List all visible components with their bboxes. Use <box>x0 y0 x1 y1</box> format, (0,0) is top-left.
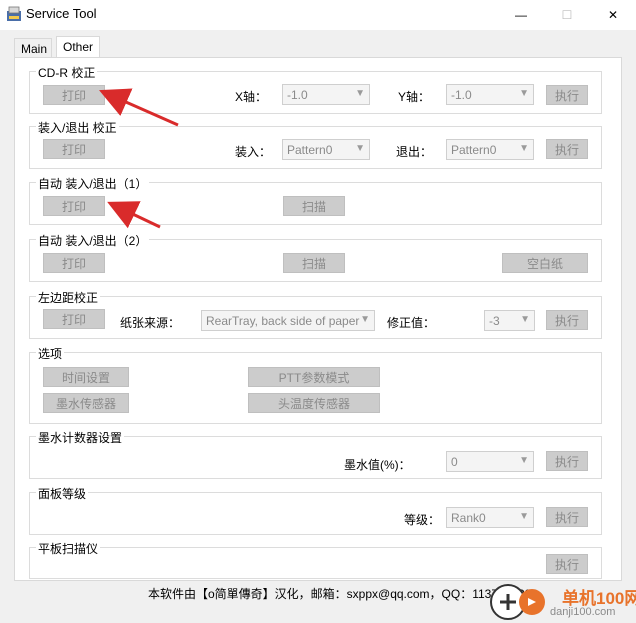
load-eject-print-button[interactable]: 打印 <box>43 139 105 159</box>
title-bar: Service Tool — ☐ ✕ <box>0 0 636 30</box>
window-title: Service Tool <box>26 6 97 21</box>
chevron-down-icon: ▼ <box>519 88 529 99</box>
group-auto2-legend: 自动 装入/退出（2） <box>36 232 150 249</box>
load-select[interactable]: Pattern0 ▼ <box>282 139 370 160</box>
cdr-y-value: -1.0 <box>451 88 472 102</box>
correction-value: -3 <box>489 314 500 328</box>
group-cdr-legend: CD-R 校正 <box>36 64 98 81</box>
load-value: Pattern0 <box>287 143 333 157</box>
chevron-down-icon: ▼ <box>520 314 530 325</box>
group-load-eject-legend: 装入/退出 校正 <box>36 119 119 136</box>
chevron-down-icon: ▼ <box>519 455 529 466</box>
auto1-scan-button[interactable]: 扫描 <box>283 196 345 216</box>
chevron-down-icon: ▼ <box>519 511 529 522</box>
eject-value: Pattern0 <box>451 143 497 157</box>
cdr-y-label: Y轴： <box>398 90 431 104</box>
chevron-down-icon: ▼ <box>355 88 365 99</box>
ink-value-select[interactable]: 0 ▼ <box>446 451 534 472</box>
ink-value: 0 <box>451 455 458 469</box>
cdr-x-select[interactable]: -1.0 ▼ <box>282 84 370 105</box>
ink-counter-execute-button[interactable]: 执行 <box>546 451 588 471</box>
tab-main[interactable]: Main <box>14 38 52 58</box>
eject-label: 退出： <box>396 145 433 159</box>
group-panel-rank-legend: 面板等级 <box>36 485 89 502</box>
group-left-margin-legend: 左边距校正 <box>36 289 101 306</box>
eject-select[interactable]: Pattern0 ▼ <box>446 139 534 160</box>
cdr-execute-button[interactable]: 执行 <box>546 85 588 105</box>
paper-source-select[interactable]: RearTray, back side of paper ▼ <box>201 310 375 331</box>
footer-credits: 本软件由【o简單傳奇】汉化，邮箱：sxppx@qq.com，QQ：1137798… <box>148 587 539 601</box>
correction-select[interactable]: -3 ▼ <box>484 310 535 331</box>
auto2-print-button[interactable]: 打印 <box>43 253 105 273</box>
close-button[interactable]: ✕ <box>590 0 636 30</box>
tab-other[interactable]: Other <box>56 36 100 58</box>
rank-label: 等级： <box>404 513 441 527</box>
service-tool-window: Service Tool — ☐ ✕ Main Other CD-R 校正 打印… <box>0 0 636 623</box>
auto2-blank-paper-button[interactable]: 空白纸 <box>502 253 588 273</box>
flatbed-execute-button[interactable]: 执行 <box>546 554 588 574</box>
auto2-scan-button[interactable]: 扫描 <box>283 253 345 273</box>
ptt-param-mode-button[interactable]: PTT参数模式 <box>248 367 380 387</box>
group-flatbed-legend: 平板扫描仪 <box>36 540 101 557</box>
head-temp-sensor-button[interactable]: 头温度传感器 <box>248 393 380 413</box>
auto1-print-button[interactable]: 打印 <box>43 196 105 216</box>
rank-select[interactable]: Rank0 ▼ <box>446 507 534 528</box>
left-margin-print-button[interactable]: 打印 <box>43 309 105 329</box>
group-ink-counter-legend: 墨水计数器设置 <box>36 429 125 446</box>
ink-sensor-button[interactable]: 墨水传感器 <box>43 393 129 413</box>
cdr-x-value: -1.0 <box>287 88 308 102</box>
group-auto1-legend: 自动 装入/退出（1） <box>36 175 150 192</box>
watermark-url: danji100.com <box>550 606 616 618</box>
maximize-button[interactable]: ☐ <box>544 0 590 30</box>
group-options-legend: 选项 <box>36 345 65 362</box>
panel-rank-execute-button[interactable]: 执行 <box>546 507 588 527</box>
paper-source-value: RearTray, back side of paper <box>206 314 360 328</box>
minimize-button[interactable]: — <box>498 0 544 30</box>
paper-source-label: 纸张来源： <box>120 316 181 330</box>
correction-label: 修正值： <box>387 316 436 330</box>
cdr-y-select[interactable]: -1.0 ▼ <box>446 84 534 105</box>
load-label: 装入： <box>235 145 272 159</box>
app-icon <box>7 6 21 21</box>
chevron-down-icon: ▼ <box>360 314 370 325</box>
chevron-down-icon: ▼ <box>519 143 529 154</box>
left-margin-execute-button[interactable]: 执行 <box>546 310 588 330</box>
load-eject-execute-button[interactable]: 执行 <box>546 139 588 159</box>
chevron-down-icon: ▼ <box>355 143 365 154</box>
cdr-x-label: X轴： <box>235 90 268 104</box>
group-flatbed: 平板扫描仪 <box>29 540 602 579</box>
time-settings-button[interactable]: 时间设置 <box>43 367 129 387</box>
group-options: 选项 <box>29 345 602 424</box>
ink-value-label: 墨水值(%)： <box>344 458 411 472</box>
rank-value: Rank0 <box>451 511 486 525</box>
cdr-print-button[interactable]: 打印 <box>43 85 105 105</box>
